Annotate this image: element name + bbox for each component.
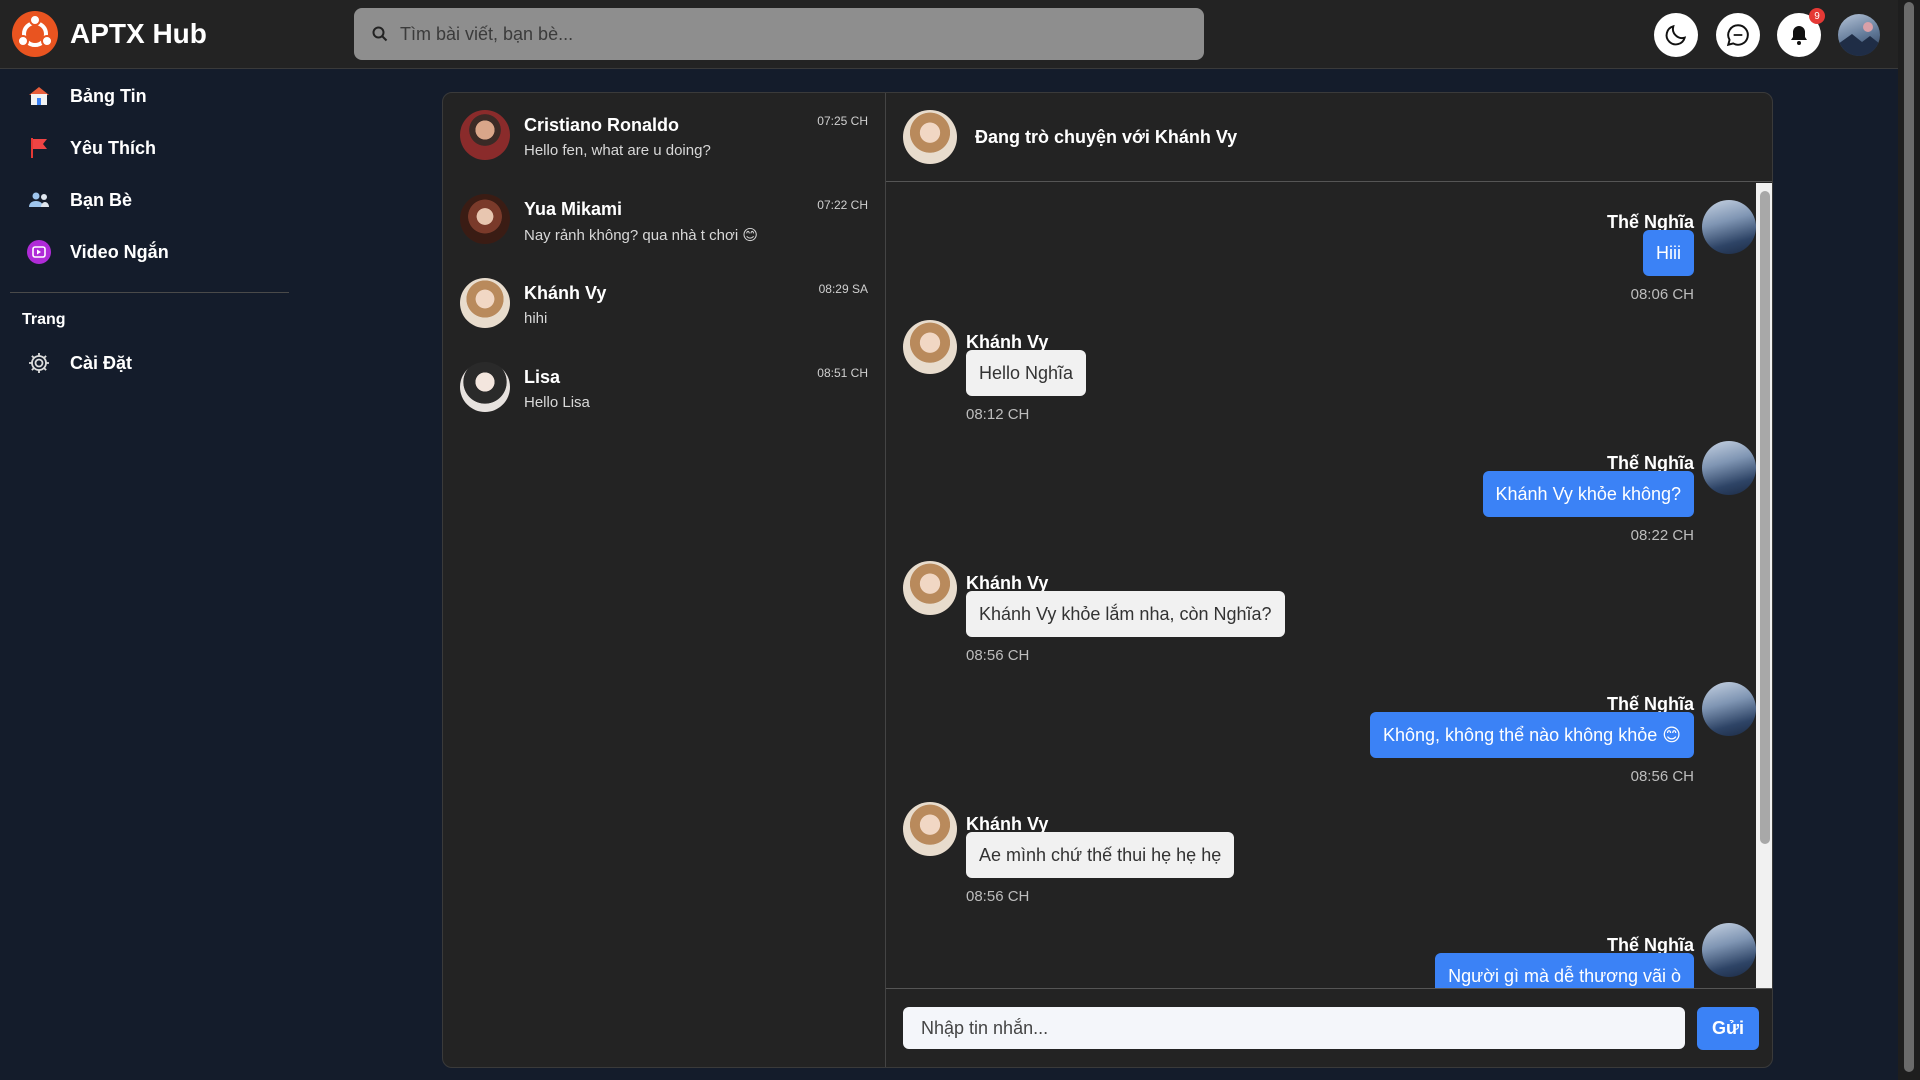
sidebar-item-favorites[interactable]: Yêu Thích xyxy=(0,122,300,174)
conversation-list: Cristiano Ronaldo Hello fen, what are u … xyxy=(443,93,886,1067)
message-list[interactable]: Thế Nghĩa Hiii 08:06 CH Khánh Vy Hello N… xyxy=(886,183,1756,988)
avatar xyxy=(1702,441,1756,495)
avatar xyxy=(903,561,957,615)
sidebar-section-title: Trang xyxy=(22,311,66,328)
chat-header: Đang trò chuyện với Khánh Vy xyxy=(886,93,1772,182)
sidebar: Bảng Tin Yêu Thích Bạn Bè Video Ngắn Tra… xyxy=(0,70,300,389)
avatar xyxy=(903,320,957,374)
message-time: 08:56 CH xyxy=(966,647,1030,664)
message-time: 08:56 CH xyxy=(966,888,1030,905)
conversation-time: 07:22 CH xyxy=(817,198,868,212)
message-bubble: Khánh Vy khỏe không? xyxy=(1482,471,1694,517)
message-time: 08:22 CH xyxy=(1630,527,1694,544)
gear-icon xyxy=(26,350,52,376)
message-bubble: Người gì mà dễ thương vãi ò xyxy=(1435,953,1694,988)
avatar xyxy=(1702,923,1756,977)
sidebar-item-label: Cài Đặt xyxy=(70,352,133,373)
chat-bubble-icon xyxy=(1726,24,1749,47)
conversation-time: 07:25 CH xyxy=(817,114,868,128)
message-scrollbar-thumb[interactable] xyxy=(1760,191,1770,844)
conversation-name: Cristiano Ronaldo xyxy=(524,115,680,135)
app-logo-icon[interactable] xyxy=(12,11,58,57)
avatar xyxy=(460,110,510,160)
avatar xyxy=(460,362,510,412)
notifications-button[interactable]: 9 xyxy=(1777,8,1825,57)
conversation-preview: Hello fen, what are u doing? xyxy=(524,142,711,159)
top-header: APTX Hub 9 xyxy=(0,0,1898,69)
message-bubble: Hello Nghĩa xyxy=(966,350,1087,396)
message-time: 08:56 CH xyxy=(1630,768,1694,785)
avatar xyxy=(460,278,510,328)
conversation-preview: Nay rảnh không? qua nhà t chơi 😊 xyxy=(524,227,758,244)
sidebar-divider xyxy=(10,292,289,293)
friends-icon xyxy=(26,187,52,213)
message-bubble: Khánh Vy khỏe lắm nha, còn Nghĩa? xyxy=(966,591,1285,637)
conversation-time: 08:51 CH xyxy=(817,366,868,380)
video-icon xyxy=(26,239,52,265)
sidebar-item-label: Yêu Thích xyxy=(70,137,157,158)
chat-header-title: Đang trò chuyện với Khánh Vy xyxy=(975,126,1238,147)
page-scrollbar[interactable] xyxy=(1898,0,1920,1080)
avatar xyxy=(1702,682,1756,736)
send-button[interactable]: Gửi xyxy=(1697,1007,1759,1050)
message-bubble: Hiii xyxy=(1643,230,1694,276)
moon-icon xyxy=(1665,24,1687,46)
message-time: 08:06 CH xyxy=(1630,286,1694,303)
search-input[interactable] xyxy=(400,23,1180,45)
conversation-item[interactable]: Lisa Hello Lisa 08:51 CH xyxy=(443,345,885,429)
conversation-preview: Hello Lisa xyxy=(524,394,590,411)
sidebar-item-friends[interactable]: Bạn Bè xyxy=(0,174,300,226)
conversation-time: 08:29 SA xyxy=(818,282,868,296)
bell-icon xyxy=(1791,26,1807,45)
message-composer: Gửi xyxy=(886,988,1772,1067)
avatar-image-icon xyxy=(1838,22,1880,56)
app-brand-name[interactable]: APTX Hub xyxy=(70,18,207,50)
flag-icon xyxy=(26,135,52,161)
conversation-name: Lisa xyxy=(524,367,561,387)
sidebar-item-label: Bảng Tin xyxy=(70,85,147,106)
page-scrollbar-thumb[interactable] xyxy=(1904,2,1914,1072)
sidebar-item-label: Bạn Bè xyxy=(70,189,133,210)
conversation-item[interactable]: Yua Mikami Nay rảnh không? qua nhà t chơ… xyxy=(443,177,885,261)
home-icon xyxy=(26,83,52,109)
avatar xyxy=(1702,200,1756,254)
message-time: 08:12 CH xyxy=(966,406,1030,423)
search-bar[interactable] xyxy=(354,8,1204,60)
sidebar-item-settings[interactable]: Cài Đặt xyxy=(0,337,300,389)
sidebar-item-label: Video Ngắn xyxy=(70,241,169,262)
conversation-name: Yua Mikami xyxy=(524,199,623,219)
search-icon xyxy=(372,26,388,42)
message-input[interactable] xyxy=(903,1007,1685,1049)
message-scrollbar[interactable] xyxy=(1756,183,1772,988)
conversation-preview: hihi xyxy=(524,310,548,327)
sidebar-item-short-video[interactable]: Video Ngắn xyxy=(0,226,300,278)
notification-badge: 9 xyxy=(1809,8,1825,24)
sidebar-item-news-feed[interactable]: Bảng Tin xyxy=(0,70,300,122)
dark-mode-toggle-button[interactable] xyxy=(1654,13,1698,57)
user-avatar[interactable] xyxy=(1838,14,1880,56)
conversation-name: Khánh Vy xyxy=(524,283,607,303)
conversation-item[interactable]: Khánh Vy hihi 08:29 SA xyxy=(443,261,885,345)
avatar xyxy=(903,802,957,856)
avatar xyxy=(460,194,510,244)
conversation-item[interactable]: Cristiano Ronaldo Hello fen, what are u … xyxy=(443,93,885,177)
chat-window: Cristiano Ronaldo Hello fen, what are u … xyxy=(442,92,1773,1068)
avatar xyxy=(903,110,957,164)
message-bubble: Ae mình chứ thế thui hẹ hẹ hẹ xyxy=(966,832,1235,878)
messages-button[interactable] xyxy=(1716,13,1760,57)
message-bubble: Không, không thể nào không khỏe 😊 xyxy=(1370,712,1694,758)
